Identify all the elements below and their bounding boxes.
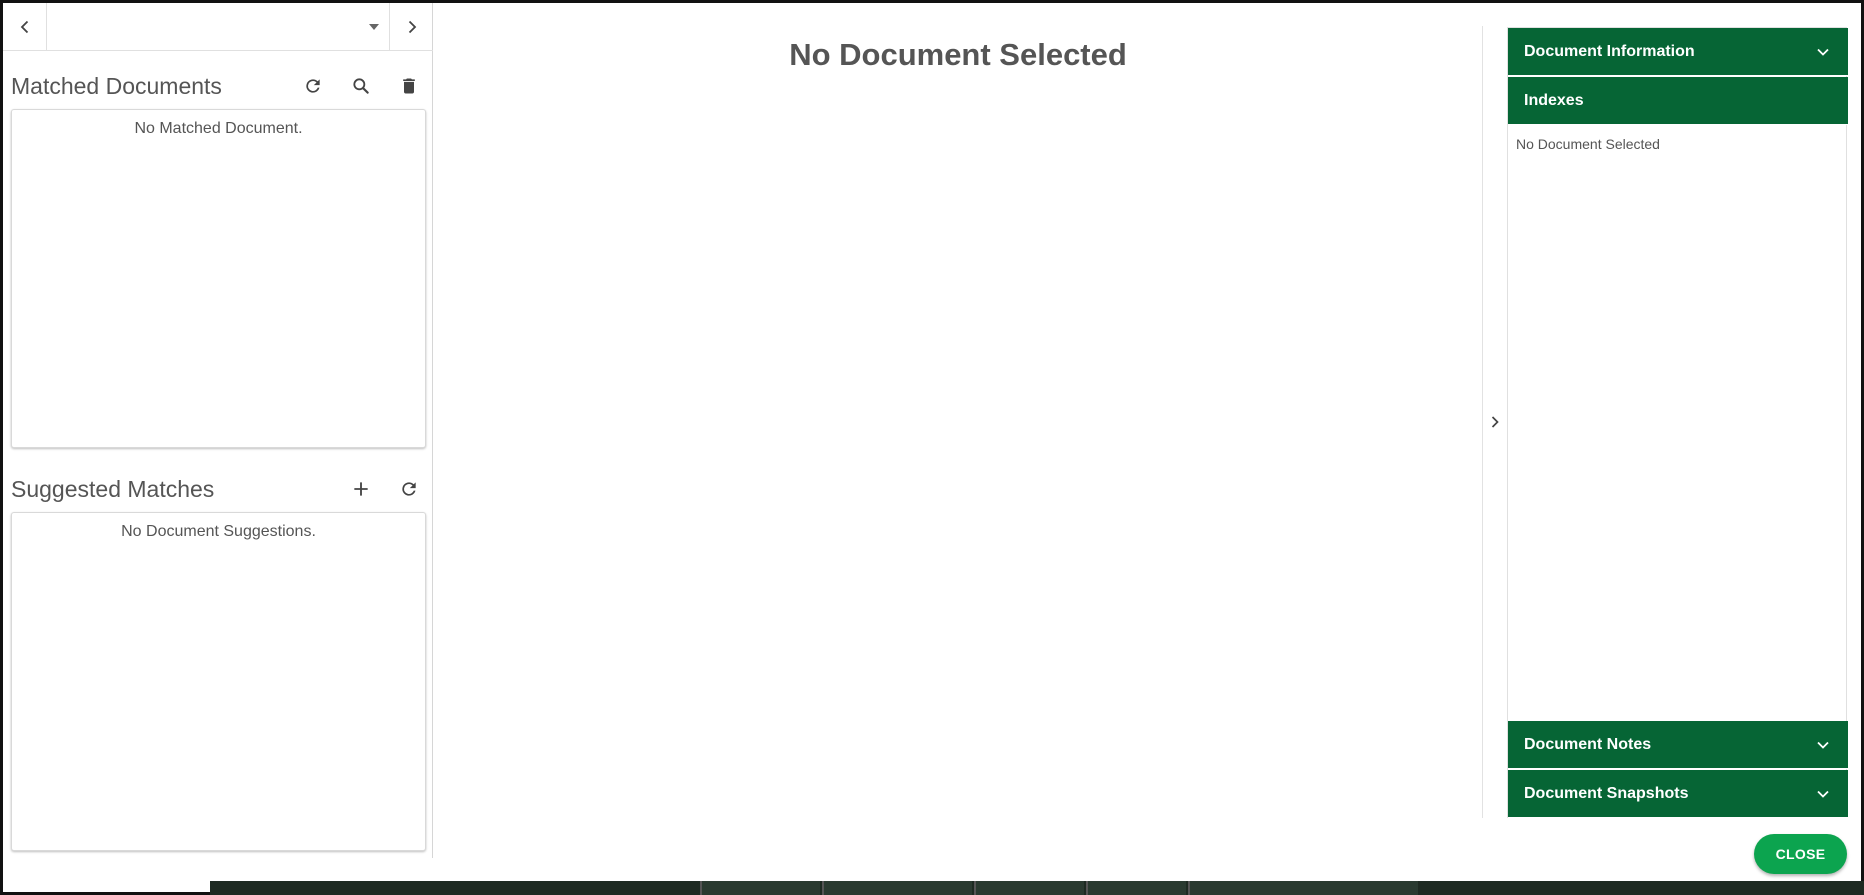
matched-documents-header: Matched Documents — [11, 66, 429, 106]
chevron-down-icon — [1816, 47, 1830, 57]
viewer-title: No Document Selected — [789, 37, 1127, 72]
search-icon — [351, 76, 371, 96]
viewer-divider — [1482, 26, 1483, 818]
trash-icon — [399, 76, 419, 96]
chevron-right-icon — [1489, 415, 1501, 429]
document-sidebar: Document Information Indexes No Document… — [1507, 27, 1848, 818]
document-select[interactable] — [48, 3, 388, 51]
left-panel: Matched Documents No Matched Document. S… — [3, 3, 433, 858]
matched-documents-empty-message: No Matched Document. — [134, 120, 303, 137]
accordion-indexes[interactable]: Indexes — [1508, 77, 1848, 125]
document-viewer: No Document Selected — [434, 3, 1482, 818]
matched-documents-title: Matched Documents — [11, 72, 222, 99]
chevron-left-icon — [17, 19, 33, 35]
background-tab — [1188, 881, 1418, 895]
accordion-label: Document Snapshots — [1524, 784, 1689, 802]
background-app-strip — [210, 881, 1864, 895]
accordion-label: Indexes — [1524, 91, 1584, 109]
matched-documents-actions — [295, 68, 427, 104]
sidebar-collapse-toggle[interactable] — [1486, 410, 1504, 434]
matched-documents-list: No Matched Document. — [11, 109, 426, 448]
close-button[interactable]: CLOSE — [1754, 834, 1847, 874]
background-tab — [974, 881, 1084, 895]
background-tab — [1086, 881, 1186, 895]
plus-icon — [351, 479, 371, 499]
add-suggestion-button[interactable] — [343, 471, 379, 507]
chevron-down-icon — [1816, 740, 1830, 750]
background-tab — [700, 881, 820, 895]
refresh-icon — [303, 76, 323, 96]
chevron-down-icon — [1816, 789, 1830, 799]
refresh-icon — [399, 479, 419, 499]
search-matched-button[interactable] — [343, 68, 379, 104]
delete-matched-button[interactable] — [391, 68, 427, 104]
next-document-button[interactable] — [389, 3, 433, 51]
chevron-right-icon — [404, 19, 420, 35]
background-tab — [822, 881, 972, 895]
accordion-document-snapshots[interactable]: Document Snapshots — [1508, 770, 1848, 818]
refresh-matched-button[interactable] — [295, 68, 331, 104]
suggested-matches-actions — [343, 471, 427, 507]
accordion-document-notes[interactable]: Document Notes — [1508, 721, 1848, 769]
suggested-matches-title: Suggested Matches — [11, 475, 215, 502]
suggested-matches-header: Suggested Matches — [11, 469, 429, 509]
suggested-matches-empty-message: No Document Suggestions. — [121, 523, 316, 540]
accordion-document-information[interactable]: Document Information — [1508, 28, 1848, 76]
accordion-label: Document Information — [1524, 42, 1695, 60]
refresh-suggestions-button[interactable] — [391, 471, 427, 507]
indexes-empty-message: No Document Selected — [1516, 136, 1660, 152]
previous-document-button[interactable] — [3, 3, 47, 51]
suggested-matches-list: No Document Suggestions. — [11, 512, 426, 851]
accordion-label: Document Notes — [1524, 735, 1652, 753]
document-nav-bar — [3, 3, 433, 51]
caret-down-icon — [368, 23, 380, 31]
